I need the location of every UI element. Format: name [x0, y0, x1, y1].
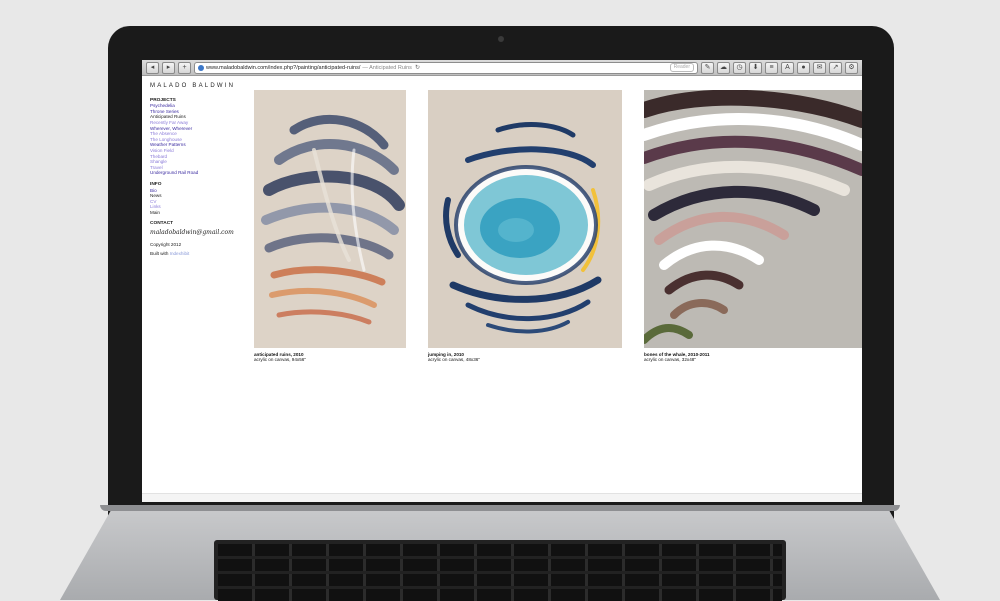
project-link-underground-rail-road[interactable]: Underground Rail Road	[150, 170, 240, 176]
artwork-caption: jumping in, 2010 acrylic on canvas, 48x3…	[428, 352, 480, 363]
stack-icon[interactable]: ≡	[765, 61, 778, 74]
browser-toolbar: ◂ ▸ + www.maladobaldwin.com/index.php?/p…	[142, 60, 862, 76]
artwork-caption: anticipated ruins, 2010 acrylic on canva…	[254, 352, 306, 363]
reader-button[interactable]: Reader	[669, 63, 694, 72]
contact-heading: CONTACT	[150, 221, 174, 227]
browser-window: ◂ ▸ + www.maladobaldwin.com/index.php?/p…	[142, 60, 862, 502]
forward-button[interactable]: ▸	[162, 61, 175, 74]
keyboard-row	[218, 544, 782, 556]
history-icon[interactable]: ◷	[733, 61, 746, 74]
mail-icon[interactable]: ✉	[813, 61, 826, 74]
built-with-label: Built with	[150, 251, 169, 257]
back-button[interactable]: ◂	[146, 61, 159, 74]
laptop-bezel: ◂ ▸ + www.maladobaldwin.com/index.php?/p…	[108, 26, 894, 526]
download-icon[interactable]: ⬇	[749, 61, 762, 74]
artwork-medium: acrylic on canvas, 48x36"	[428, 357, 480, 363]
settings-icon[interactable]: ⚙	[845, 61, 858, 74]
laptop-hinge	[100, 505, 900, 511]
painting-image[interactable]	[254, 90, 406, 348]
keyboard-row	[218, 559, 782, 571]
keyboard-row	[218, 574, 782, 586]
cloud-icon[interactable]: ☁	[717, 61, 730, 74]
keyboard-row	[218, 589, 782, 601]
toggle-icon[interactable]: ●	[797, 61, 810, 74]
painting-image[interactable]	[644, 90, 862, 348]
url-text: www.maladobaldwin.com/index.php?/paintin…	[206, 64, 361, 71]
artwork-medium: acrylic on canvas, 32x48"	[644, 357, 696, 363]
painting-image[interactable]	[428, 90, 622, 348]
keyboard	[214, 540, 786, 601]
reload-icon[interactable]: ↻	[415, 64, 420, 71]
info-link-main[interactable]: Main	[150, 210, 240, 216]
contact-email[interactable]: maladobaldwin@gmail.com	[150, 230, 240, 236]
share-icon[interactable]: ↗	[829, 61, 842, 74]
artwork-caption: bones of the whale, 2010-2011 acrylic on…	[644, 352, 710, 363]
globe-icon	[198, 64, 204, 71]
browser-bottom-edge	[142, 493, 862, 502]
address-bar[interactable]: www.maladobaldwin.com/index.php?/paintin…	[194, 61, 698, 74]
artwork-medium: acrylic on canvas, 94x56"	[254, 357, 306, 363]
font-icon[interactable]: A	[781, 61, 794, 74]
webcam	[498, 36, 504, 42]
site-sidebar: MALADO BALDWIN PROJECTS Psychedelia Thro…	[150, 83, 240, 257]
copyright-text: Copyright 2012	[150, 241, 182, 247]
new-tab-button[interactable]: +	[178, 61, 191, 74]
indexhibit-link[interactable]: Indexhibit	[170, 251, 190, 256]
site-title[interactable]: MALADO BALDWIN	[150, 83, 240, 90]
page-title-text: — Anticipated Ruins	[362, 64, 412, 71]
wrench-icon[interactable]: ✎	[701, 61, 714, 74]
built-with-text: Built with Indexhibit	[150, 251, 240, 257]
